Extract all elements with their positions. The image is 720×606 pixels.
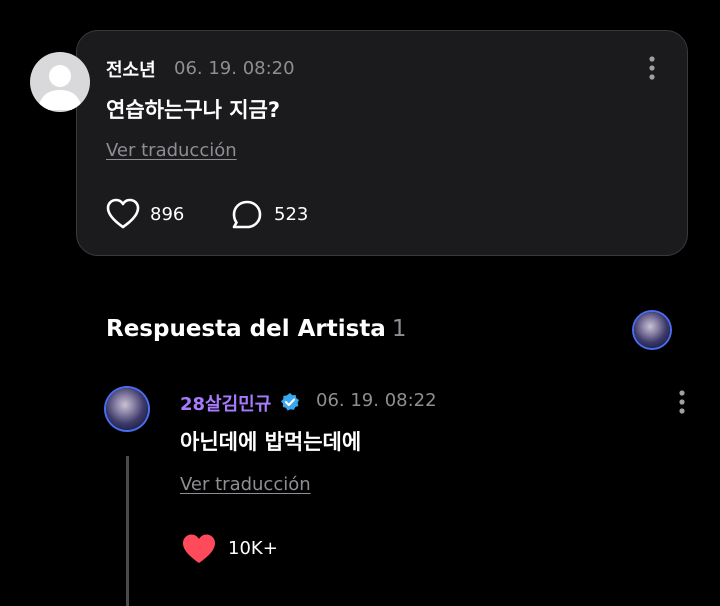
- chat-bubble-icon: [232, 200, 262, 229]
- artist-name[interactable]: 28살김민규: [180, 390, 271, 416]
- heart-filled-icon: [183, 534, 215, 563]
- thread-line: [126, 456, 129, 606]
- kebab-vertical-icon: [649, 56, 655, 80]
- post-like-button[interactable]: [106, 198, 140, 234]
- reply-body-text: 아닌데에 밥먹는데에: [180, 430, 362, 454]
- post-author-name[interactable]: 전소년: [106, 56, 156, 82]
- verified-badge-icon: [280, 392, 300, 412]
- reply-timestamp: 06. 19. 08:22: [316, 390, 437, 411]
- reply-translate-link[interactable]: Ver traducción: [180, 474, 311, 495]
- post-translate-link[interactable]: Ver traducción: [106, 140, 237, 161]
- kebab-vertical-icon: [679, 390, 685, 414]
- fan-avatar[interactable]: [30, 52, 90, 112]
- section-reply-count: 1: [391, 316, 407, 342]
- default-user-icon: [38, 65, 82, 110]
- post-comment-button[interactable]: [230, 199, 264, 235]
- artist-avatar[interactable]: [106, 388, 148, 430]
- section-artist-avatar[interactable]: [634, 312, 670, 348]
- post-more-button[interactable]: [645, 55, 659, 81]
- post-comment-count: 523: [274, 204, 309, 225]
- post-like-count: 896: [150, 204, 185, 225]
- heart-outline-icon: [106, 198, 140, 229]
- reply-more-button[interactable]: [675, 389, 689, 415]
- reply-like-count: 10K+: [228, 538, 278, 559]
- post-timestamp: 06. 19. 08:20: [174, 58, 295, 79]
- reply-like-button[interactable]: [182, 533, 216, 569]
- artist-reply-section-title: Respuesta del Artista 1: [106, 316, 406, 342]
- section-title-text: Respuesta del Artista: [106, 316, 386, 342]
- post-body-text: 연습하는구나 지금?: [106, 98, 281, 122]
